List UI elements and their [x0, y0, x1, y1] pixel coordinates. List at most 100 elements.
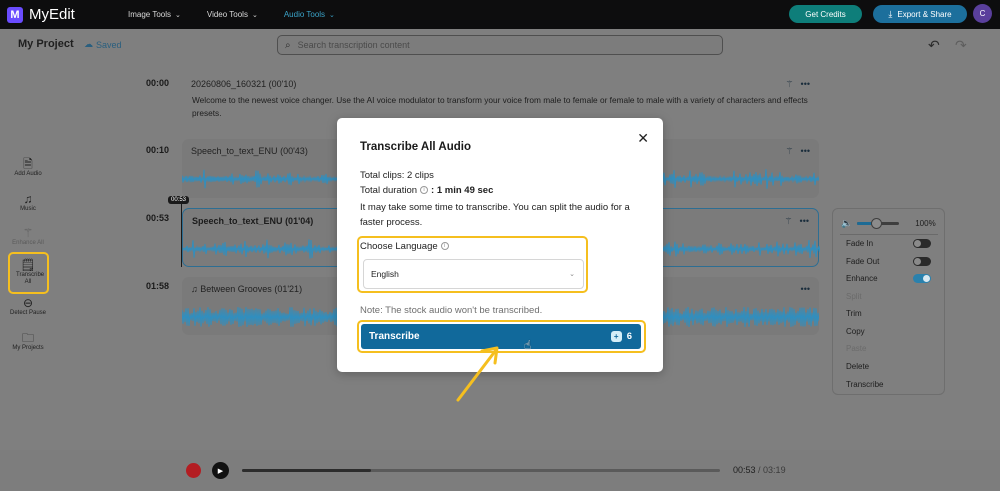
clip-tools: •••: [794, 284, 810, 294]
stock-audio-note: Note: The stock audio won't be transcrib…: [360, 305, 543, 316]
clip-time: 00:10: [146, 145, 170, 155]
more-icon[interactable]: •••: [801, 146, 810, 156]
player-bar: ▶ 00:53 / 03:19: [0, 450, 1000, 491]
volume-value: 100%: [915, 218, 936, 228]
pointer-cursor-icon: ☝: [524, 338, 532, 352]
clip-duration: (00'43): [280, 146, 308, 156]
menu-trim[interactable]: Trim: [846, 309, 862, 318]
folder-icon: 🗀: [21, 331, 34, 345]
magic-wand-icon[interactable]: ⚚: [785, 79, 793, 89]
clip-name: Speech_to_text_ENU: [191, 146, 278, 156]
progress-fill: [242, 469, 372, 472]
magic-wand-icon[interactable]: ⚚: [785, 146, 793, 156]
clip-tools: ⚚ •••: [778, 79, 810, 90]
clip-tools: ⚚ •••: [777, 216, 809, 227]
current-time: 00:53: [733, 465, 756, 475]
modal-title: Transcribe All Audio: [360, 141, 471, 153]
undo-icon[interactable]: ↶: [928, 37, 940, 54]
sidebar-detect-pause[interactable]: ⊖ Detect Pause: [9, 296, 47, 317]
nav-audio-tools[interactable]: Audio Tools ⌄: [284, 10, 335, 19]
chevron-down-icon: ⌄: [329, 11, 335, 19]
sidebar-label: Music: [20, 206, 36, 212]
clip-title: 20260806_160321 (00'10): [191, 79, 296, 89]
info-icon[interactable]: i: [420, 186, 429, 195]
sidebar-add-audio[interactable]: 🗎 Add Audio: [9, 157, 47, 178]
saved-label: Saved: [96, 39, 122, 50]
magic-wand-icon: ⚚: [22, 226, 34, 240]
clip-title: Speech_to_text_ENU (00'43): [191, 146, 308, 156]
transcribe-icon: 🗒: [20, 258, 36, 272]
playback-progress[interactable]: [242, 469, 720, 472]
speaker-icon: 🔈: [841, 217, 853, 228]
get-credits-button[interactable]: Get Credits: [789, 5, 862, 23]
menu-fade-out[interactable]: Fade Out: [846, 257, 879, 266]
export-label: Export & Share: [897, 9, 952, 19]
menu-enhance[interactable]: Enhance: [846, 274, 878, 283]
duration-label: Total duration: [360, 185, 418, 196]
export-share-button[interactable]: ⤓ Export & Share: [873, 5, 967, 23]
sidebar-label: Transcribe All: [16, 272, 45, 285]
sidebar-my-projects[interactable]: 🗀 My Projects: [9, 331, 47, 352]
annotation-arrow-icon: [456, 346, 499, 402]
search-input[interactable]: [297, 40, 698, 50]
menu-copy[interactable]: Copy: [846, 327, 865, 336]
clip-time: 00:00: [146, 78, 170, 88]
duration-value: : 1 min 49 sec: [431, 185, 494, 196]
total-time: / 03:19: [758, 465, 786, 475]
total-duration: Total duration i: 1 min 49 sec: [360, 185, 493, 196]
more-icon[interactable]: •••: [801, 79, 810, 89]
nav-video-tools[interactable]: Video Tools ⌄: [207, 10, 258, 19]
magic-wand-icon[interactable]: ⚚: [784, 216, 792, 226]
fade-in-toggle[interactable]: [913, 239, 931, 248]
clip-time: 01:58: [146, 281, 170, 291]
clip-name: Speech_to_text_ENU: [192, 216, 283, 226]
more-icon[interactable]: •••: [800, 216, 809, 226]
clip-duration: (00'10): [268, 79, 297, 89]
close-icon[interactable]: ✕: [637, 130, 649, 147]
volume-knob[interactable]: [871, 217, 883, 229]
clip-name: 20260806_160321: [191, 79, 267, 89]
chevron-down-icon: ⌄: [251, 11, 258, 19]
play-button[interactable]: ▶: [212, 462, 229, 479]
menu-delete[interactable]: Delete: [846, 362, 869, 371]
sidebar-label: Add Audio: [14, 171, 42, 177]
volume-slider[interactable]: [857, 217, 900, 229]
sidebar-transcribe-all[interactable]: 🗒 Transcribe All: [9, 259, 47, 286]
music-note-icon: ♫: [191, 284, 198, 294]
enhance-toggle[interactable]: [913, 274, 931, 283]
top-bar: M MyEdit Image Tools ⌄ Video Tools ⌄ Audio…: [0, 0, 1000, 29]
menu-fade-in[interactable]: Fade In: [846, 239, 873, 248]
chevron-down-icon: ⌄: [175, 11, 181, 19]
fade-out-toggle[interactable]: [913, 257, 931, 266]
sidebar-label: Enhance All: [12, 240, 44, 246]
redo-icon[interactable]: ↷: [955, 37, 967, 54]
divider: [840, 234, 938, 235]
record-button[interactable]: [186, 463, 201, 478]
app-logo[interactable]: M MyEdit: [7, 6, 117, 23]
nav-label: Audio Tools: [283, 10, 326, 19]
add-audio-icon: 🗎: [23, 157, 33, 171]
menu-split: Split: [846, 292, 862, 301]
main-nav: Image Tools ⌄ Video Tools ⌄ Audio Tools ⌄: [128, 10, 361, 19]
nav-label: Video Tools: [206, 10, 248, 19]
clip-transcript-text[interactable]: Welcome to the newest voice changer. Use…: [192, 94, 812, 120]
volume-control[interactable]: 🔈 100%: [841, 217, 941, 229]
project-title[interactable]: My Project: [18, 38, 74, 50]
time-display: 00:53 / 03:19: [733, 465, 786, 475]
search-bar[interactable]: ⌕: [277, 35, 723, 55]
sidebar-music[interactable]: ♫ Music: [9, 193, 47, 213]
menu-transcribe[interactable]: Transcribe: [846, 380, 884, 389]
clip-tools: ⚚ •••: [778, 146, 810, 157]
nav-image-tools[interactable]: Image Tools ⌄: [128, 10, 181, 19]
pause-icon: ⊖: [22, 296, 34, 310]
avatar[interactable]: C: [973, 4, 992, 23]
search-icon: ⌕: [285, 39, 291, 51]
playhead-time: 00:53: [168, 196, 190, 204]
highlight-language: [357, 236, 588, 293]
total-clips: Total clips: 2 clips: [360, 170, 434, 181]
more-icon[interactable]: •••: [801, 284, 810, 294]
play-icon: ▶: [217, 467, 224, 475]
sidebar-label: Detect Pause: [9, 310, 47, 316]
clip-title: Speech_to_text_ENU (01'04): [192, 216, 313, 226]
sidebar-enhance-all[interactable]: ⚚ Enhance All: [9, 226, 47, 247]
